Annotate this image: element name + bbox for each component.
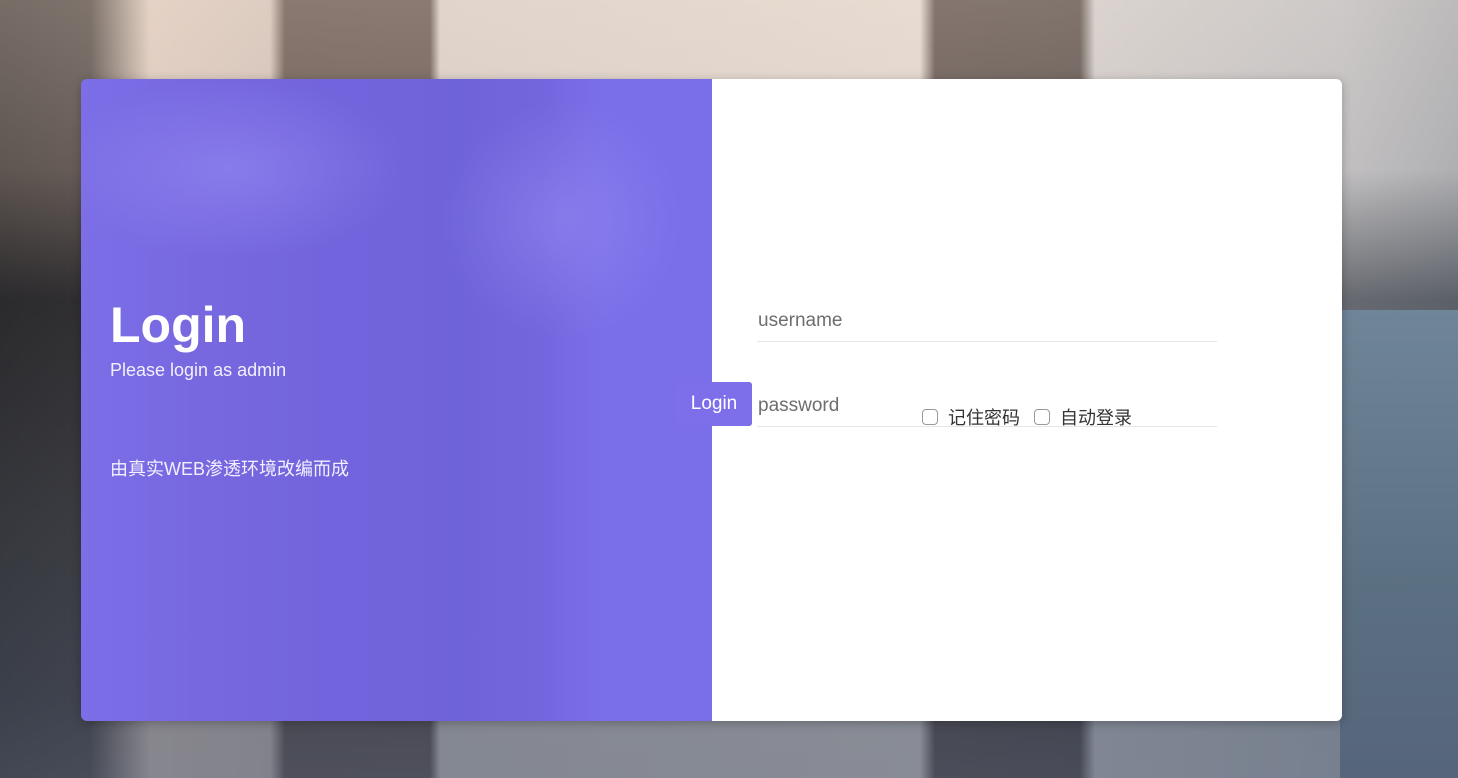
remember-password-label: 记住密码 [948,408,1020,429]
username-input[interactable] [757,301,1217,342]
login-button[interactable]: Login [676,382,752,426]
remember-password-checkbox[interactable] [922,409,938,425]
auto-login-checkbox[interactable] [1034,409,1050,425]
remember-password-option[interactable]: 记住密码 [922,404,1020,430]
auto-login-option[interactable]: 自动登录 [1034,404,1132,430]
page-title: Login [110,297,247,353]
auto-login-label: 自动登录 [1060,408,1132,429]
page-subtitle: Please login as admin [110,360,287,380]
intro-note: 由真实WEB渗透环境改编而成 [110,459,349,479]
intro-panel: Login Please login as admin 由真实WEB渗透环境改编… [81,79,712,721]
form-panel [712,79,1342,721]
